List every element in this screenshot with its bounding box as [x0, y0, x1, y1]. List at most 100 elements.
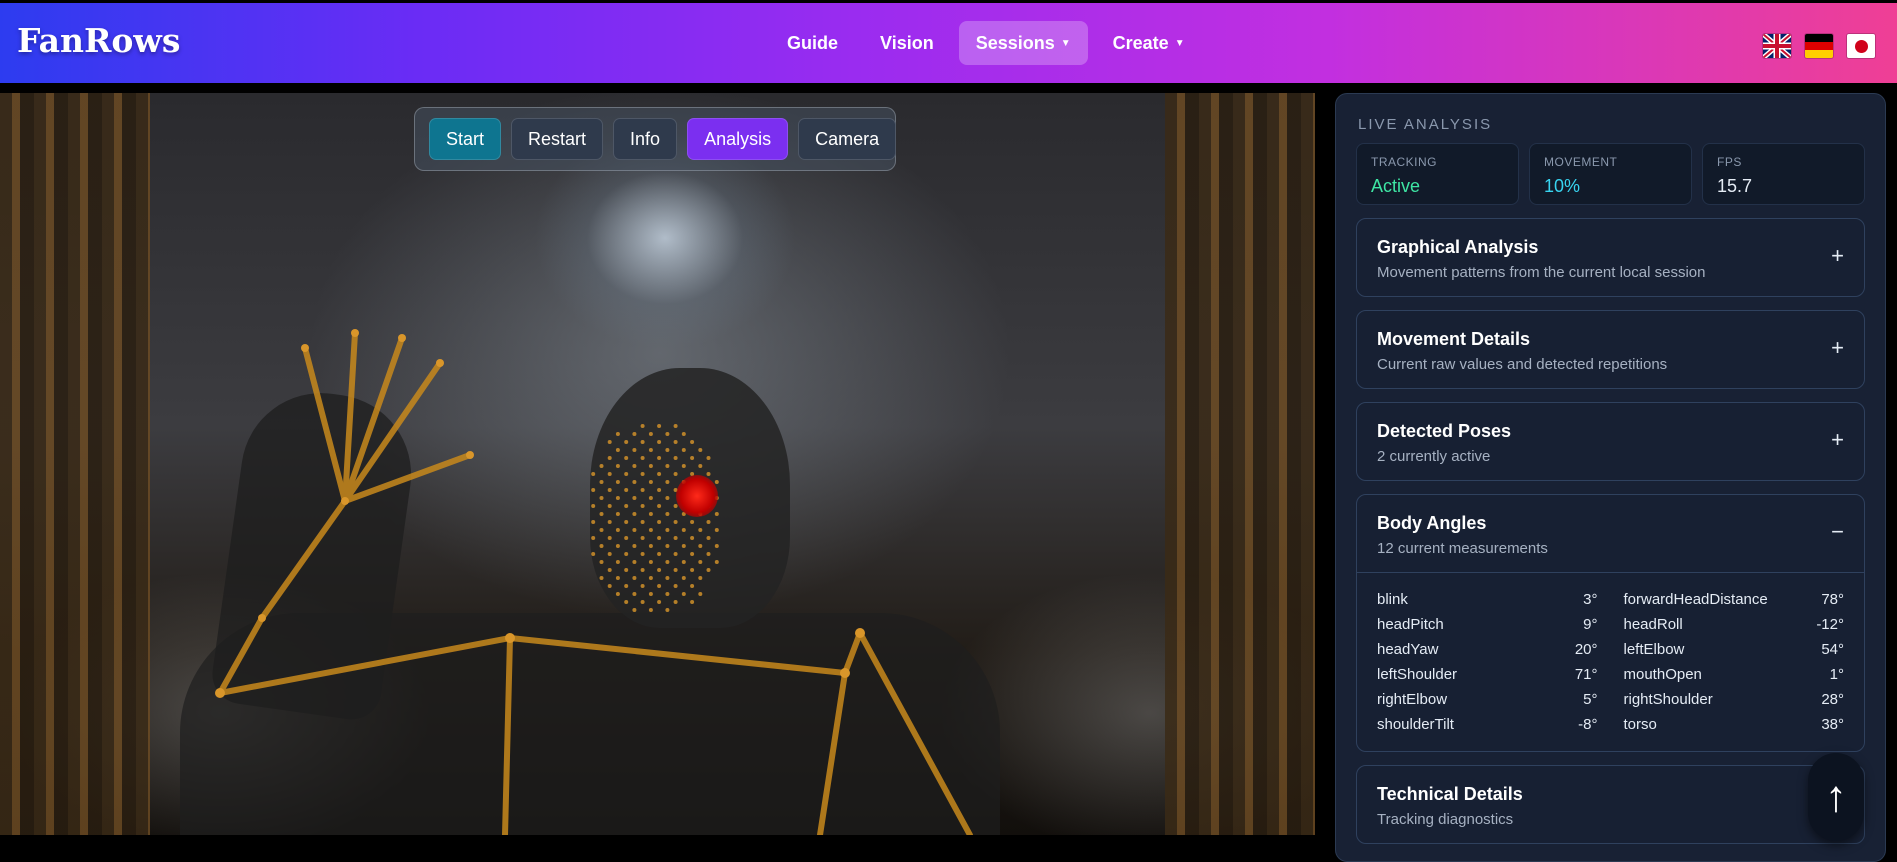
face-mesh-point [640, 440, 645, 444]
face-mesh-point [624, 488, 629, 492]
face-mesh-point [657, 520, 662, 524]
nav-sessions[interactable]: Sessions ▼ [958, 21, 1088, 65]
section-title: Detected Poses [1377, 421, 1512, 441]
start-button[interactable]: Start [429, 118, 502, 160]
collapse-icon[interactable]: − [1831, 519, 1844, 545]
face-mesh-point [640, 520, 645, 524]
expand-icon[interactable]: + [1831, 427, 1844, 453]
face-mesh-point [607, 536, 612, 540]
language-switcher [1763, 34, 1875, 58]
angle-value: 78° [1821, 591, 1844, 608]
face-mesh-point [657, 600, 662, 604]
face-mesh-point [714, 560, 719, 564]
face-mesh-point [632, 528, 637, 532]
face-mesh-point [648, 592, 653, 596]
face-mesh-point [706, 552, 711, 556]
nav-vision[interactable]: Vision [863, 21, 951, 65]
face-mesh-point [624, 456, 629, 460]
face-mesh-point [665, 448, 670, 452]
face-mesh-point [657, 424, 662, 428]
face-mesh-point [640, 536, 645, 540]
tracking-value: Active [1371, 176, 1421, 196]
body-angles-header[interactable]: Body Angles 12 current measurements − [1357, 495, 1864, 572]
camera-button[interactable]: Camera [798, 118, 897, 160]
expand-icon[interactable]: + [1831, 335, 1844, 361]
angle-name: forwardHeadDistance [1623, 591, 1768, 608]
analysis-button[interactable]: Analysis [687, 118, 789, 160]
face-mesh-point [665, 512, 670, 516]
section-subtitle: Current raw values and detected repetiti… [1377, 356, 1668, 373]
face-mesh-point [640, 488, 645, 492]
graphical-analysis-header[interactable]: Graphical Analysis Movement patterns fro… [1357, 219, 1864, 296]
face-mesh-point [706, 568, 711, 572]
camera-control-bar: Start Restart Info Analysis Camera [414, 107, 897, 171]
face-mesh-point [665, 560, 670, 564]
face-mesh-point [714, 544, 719, 548]
face-mesh-point [632, 496, 637, 500]
face-mesh-point [657, 536, 662, 540]
face-mesh-point [681, 432, 686, 436]
technical-details-header[interactable]: Technical Details Tracking diagnostics + [1357, 766, 1864, 843]
face-mesh-point [657, 456, 662, 460]
face-mesh-point [599, 496, 604, 500]
expand-icon[interactable]: + [1831, 243, 1844, 269]
nav-create[interactable]: Create ▼ [1096, 21, 1202, 65]
detected-eye-marker [676, 475, 718, 517]
arrow-up-icon: ↑ [1825, 772, 1847, 821]
face-mesh-point [657, 472, 662, 476]
face-mesh-point [632, 480, 637, 484]
scroll-to-top-button[interactable]: ↑ [1808, 753, 1864, 841]
face-mesh-point [665, 480, 670, 484]
face-mesh-point [698, 448, 703, 452]
nav-guide[interactable]: Guide [770, 21, 855, 65]
face-mesh-point [615, 592, 620, 596]
restart-button[interactable]: Restart [511, 118, 604, 160]
angle-value: 38° [1821, 716, 1844, 733]
face-mesh-point [607, 472, 612, 476]
face-mesh-point [698, 560, 703, 564]
angle-value: 9° [1583, 616, 1598, 633]
section-subtitle: Movement patterns from the current local… [1377, 264, 1706, 281]
movement-label: MOVEMENT [1544, 155, 1618, 169]
face-mesh-point [690, 456, 695, 460]
germany-flag-icon[interactable] [1805, 34, 1833, 58]
tracking-label: TRACKING [1371, 155, 1438, 169]
face-mesh-point [624, 584, 629, 588]
face-mesh-point [648, 528, 653, 532]
app-logo[interactable]: FanRows [17, 21, 180, 60]
face-mesh-point [681, 528, 686, 532]
face-mesh-point [648, 496, 653, 500]
live-analysis-panel: LIVE ANALYSIS TRACKING Active MOVEMENT 1… [1335, 93, 1886, 862]
face-mesh-point [657, 504, 662, 508]
face-mesh-point [681, 576, 686, 580]
face-mesh-point [640, 568, 645, 572]
face-mesh-point [607, 488, 612, 492]
angle-name: leftShoulder [1377, 666, 1458, 683]
info-button[interactable]: Info [613, 118, 678, 160]
face-mesh-point [673, 520, 678, 524]
uk-flag-icon[interactable] [1763, 34, 1791, 58]
movement-stat: MOVEMENT 10% [1529, 143, 1692, 205]
movement-details-section: Movement Details Current raw values and … [1356, 310, 1865, 389]
face-mesh-point [591, 488, 596, 492]
angle-row: rightElbow 5° [1377, 687, 1598, 712]
body-angles-content: blink 3° forwardHeadDistance 78° headPitch… [1357, 572, 1864, 751]
face-mesh-point [599, 480, 604, 484]
angle-name: torso [1623, 716, 1657, 733]
face-mesh-point [640, 600, 645, 604]
face-mesh-point [681, 464, 686, 468]
detected-poses-header[interactable]: Detected Poses 2 currently active + [1357, 403, 1864, 480]
face-mesh-point [599, 576, 604, 580]
face-mesh-point [648, 560, 653, 564]
face-mesh-point [681, 448, 686, 452]
face-mesh-point [615, 480, 620, 484]
movement-details-header[interactable]: Movement Details Current raw values and … [1357, 311, 1864, 388]
face-mesh-point [640, 456, 645, 460]
japan-flag-icon[interactable] [1847, 34, 1875, 58]
angle-name: leftElbow [1623, 641, 1685, 658]
nav-sessions-label: Sessions [975, 32, 1055, 53]
angle-row: mouthOpen 1° [1624, 662, 1845, 687]
face-mesh-point [681, 544, 686, 548]
face-mesh-point [673, 600, 678, 604]
face-mesh-point [624, 568, 629, 572]
